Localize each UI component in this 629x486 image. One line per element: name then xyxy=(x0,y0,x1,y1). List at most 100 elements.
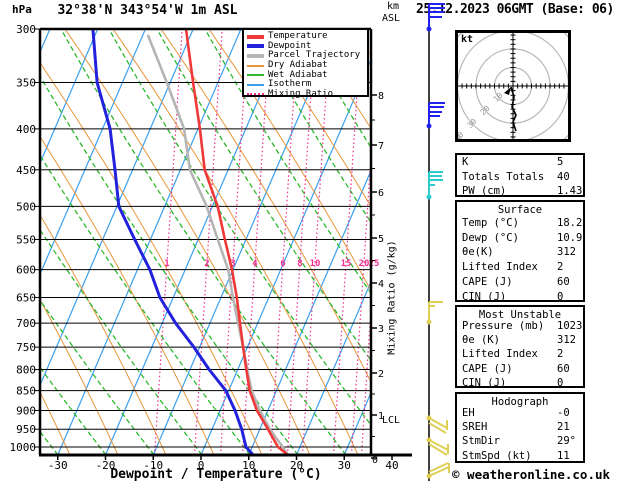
hodograph-trace-arrow xyxy=(504,87,511,95)
table-row-label: CAPE (J) xyxy=(462,362,513,375)
mixing-ratio-axis-label: Mixing Ratio (g/kg) xyxy=(386,240,398,355)
km-tick-label: 6 xyxy=(378,188,384,199)
pressure-tick-label: 800 xyxy=(16,364,36,377)
pressure-tick-label: 300 xyxy=(16,23,36,36)
hodograph-unit-label: kt xyxy=(461,34,474,45)
index-table: K 5 Totals Totals 40 PW (cm) 1.43 xyxy=(455,153,585,197)
table-row-label: Dewp (°C) xyxy=(462,231,519,244)
wind-barb-dot xyxy=(426,473,432,479)
table-row-value: 0 xyxy=(557,290,564,303)
wet-adiabat-line xyxy=(40,299,155,455)
table-row-label: CAPE (J) xyxy=(462,275,513,288)
legend-item: Mixing Ratio xyxy=(247,89,367,100)
table-row-label: CIN (J) xyxy=(462,290,507,303)
index-table-most-unstable: Most Unstable Pressure (mb) 1023 θe (K) 312 L… xyxy=(455,305,585,389)
table-row-label: EH xyxy=(462,407,475,419)
table-row-value: 312 xyxy=(557,246,576,259)
table-row-label: θe(K) xyxy=(462,246,494,259)
dewpoint-curve xyxy=(91,29,255,455)
pressure-unit-label: hPa xyxy=(12,3,32,16)
table-row-label: K xyxy=(462,156,469,168)
x-axis-label: Dewpoint / Temperature (°C) xyxy=(110,467,322,482)
km-unit-label: km xyxy=(387,1,400,12)
table-row-value: 2 xyxy=(557,348,564,361)
mixing-ratio-value: 4 xyxy=(252,259,258,269)
mixing-ratio-value: 10 xyxy=(310,259,321,269)
wind-barb-dot xyxy=(426,26,432,32)
table-row-value: 29° xyxy=(557,435,576,448)
datetime-title: 25.12.2023 06GMT (Base: 06) xyxy=(416,2,614,17)
legend-sample-dry-adiabat xyxy=(247,64,264,67)
temp-tick-label: 40 xyxy=(385,459,398,472)
isotherm-line xyxy=(57,29,242,455)
pressure-tick-label: 700 xyxy=(16,317,36,330)
table-row-value: 1023 xyxy=(557,320,583,332)
skewt-sounding-page: hPa 32°38'N 343°54'W 1m ASL km ASL 25.12… xyxy=(0,0,629,486)
table-row-value: 10.9 xyxy=(557,231,583,244)
table-row-label: CIN (J) xyxy=(462,376,507,389)
table-row-label: Lifted Index xyxy=(462,348,538,361)
legend-label: Temperature xyxy=(268,31,328,42)
pressure-tick-label: 650 xyxy=(16,291,36,304)
km-tick-label: 0 xyxy=(372,455,378,466)
legend-sample-temperature xyxy=(247,34,264,39)
mixing-ratio-value: 1 xyxy=(164,259,169,269)
table-row-value: 2 xyxy=(557,261,564,274)
wind-barb-column xyxy=(426,3,450,481)
legend-sample-dewpoint xyxy=(247,44,264,49)
km-tick-label: 4 xyxy=(378,279,384,290)
km-tick-label: 5 xyxy=(378,234,384,245)
table-row-label: StmDir xyxy=(462,435,500,448)
table-row-label: PW (cm) xyxy=(462,185,507,197)
mixing-ratio-value: 25 xyxy=(369,259,380,269)
pressure-tick-label: 450 xyxy=(16,164,36,177)
isotherm-line xyxy=(40,29,99,165)
wet-adiabat-line xyxy=(0,29,10,455)
mixing-ratio-value: 8 xyxy=(297,259,302,269)
wet-adiabat-line xyxy=(40,228,203,455)
mixing-ratio-value: 3 xyxy=(230,259,235,269)
legend-sample-mixing-ratio xyxy=(247,93,264,96)
legend-sample-isotherm xyxy=(247,83,264,86)
hodograph-panel: kt 10 20 30 40 xyxy=(455,30,571,142)
pressure-tick-label: 350 xyxy=(16,77,36,90)
copyright: © weatheronline.co.uk xyxy=(452,467,611,482)
wind-barb xyxy=(426,462,450,479)
wet-adiabat-line xyxy=(40,430,59,455)
dry-adiabat-line xyxy=(40,213,167,455)
isotherm-line xyxy=(40,29,194,387)
legend: Temperature Dewpoint Parcel Trajectory Dry … xyxy=(242,28,369,100)
index-table-hodograph: Hodograph EH -0 SREH 21 StmDir 29° StmSpd (kt) 1… xyxy=(455,392,585,463)
table-row-value: 5 xyxy=(557,156,564,168)
wet-adiabat-line xyxy=(40,366,107,455)
dry-adiabat-line xyxy=(40,135,215,455)
table-row-label: Pressure (mb) xyxy=(462,320,545,332)
hodograph-plot: 10203040 xyxy=(458,33,568,139)
wind-barb xyxy=(426,102,445,129)
km-tick-label: 1 xyxy=(378,411,384,422)
table-row-label: Temp (°C) xyxy=(462,217,519,229)
legend-label: Dry Adiabat xyxy=(268,60,328,71)
table-row-value: 1.43 xyxy=(557,185,583,197)
pressure-tick-label: 950 xyxy=(16,423,36,436)
index-table-surface: Surface Temp (°C) 18.2 Dewp (°C) 10.9 θe(K) 31… xyxy=(455,200,585,303)
dry-adiabat-line xyxy=(40,61,263,455)
pressure-tick-label: 400 xyxy=(16,123,36,136)
wind-barb xyxy=(426,437,449,456)
hodograph-ring-label: 40 xyxy=(458,130,466,139)
dry-adiabat-line xyxy=(40,391,71,455)
km-tick-label: 7 xyxy=(378,141,384,152)
table-row-value: 11 xyxy=(557,449,570,462)
legend-sample-wet-adiabat xyxy=(247,74,264,77)
mixing-ratio-line xyxy=(193,29,223,455)
mixing-ratio-value: 6 xyxy=(280,259,285,269)
pressure-tick-label: 850 xyxy=(16,385,36,398)
mixing-ratio-value: 20 xyxy=(359,259,370,269)
legend-sample-parcel-trajectory xyxy=(247,53,264,58)
table-row-value: 18.2 xyxy=(557,217,583,229)
table-row-label: θe (K) xyxy=(462,334,500,347)
pressure-tick-label: 1000 xyxy=(10,441,37,454)
pressure-tick-label: 600 xyxy=(16,264,36,277)
station-title: 32°38'N 343°54'W 1m ASL xyxy=(57,3,238,18)
wind-barb xyxy=(426,301,443,325)
